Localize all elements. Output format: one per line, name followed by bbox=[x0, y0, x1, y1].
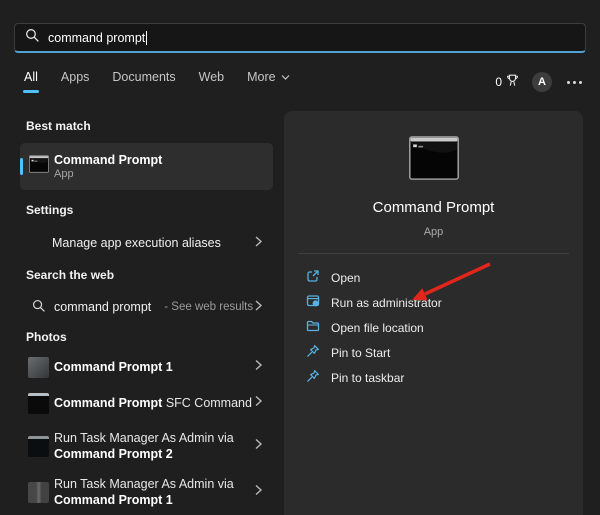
command-prompt-icon bbox=[409, 136, 459, 185]
web-suffix: - See web results bbox=[164, 301, 253, 313]
chevron-right-icon bbox=[254, 437, 263, 455]
open-file-location-icon bbox=[306, 319, 320, 336]
photo-thumbnail bbox=[28, 393, 49, 414]
text-caret bbox=[146, 31, 147, 45]
tab-web[interactable]: Web bbox=[199, 70, 224, 93]
web-query: command prompt bbox=[54, 300, 151, 314]
run-as-administrator-action[interactable]: Run as administrator bbox=[284, 290, 583, 315]
preview-app-name: Command Prompt bbox=[284, 199, 583, 216]
search-icon bbox=[32, 299, 45, 315]
search-icon bbox=[25, 28, 39, 47]
tab-documents[interactable]: Documents bbox=[112, 70, 175, 93]
photo-title: Command Prompt 1 bbox=[54, 359, 173, 376]
photo-title: Command Prompt SFC Command bbox=[54, 395, 252, 412]
trophy-icon bbox=[506, 74, 519, 90]
command-prompt-icon bbox=[29, 155, 49, 178]
tab-all[interactable]: All bbox=[24, 70, 38, 93]
photo-result-4[interactable]: Run Task Manager As Admin viaCommand Pro… bbox=[20, 470, 273, 514]
action-label: Pin to taskbar bbox=[331, 371, 404, 385]
search-web-header: Search the web bbox=[26, 268, 114, 282]
photo-title: Run Task Manager As Admin viaCommand Pro… bbox=[54, 476, 234, 509]
best-match-result[interactable]: Command Prompt App bbox=[20, 143, 273, 190]
app-name: Command Prompt bbox=[54, 153, 162, 168]
settings-result-label: Manage app execution aliases bbox=[52, 236, 221, 250]
photo-title: Run Task Manager As Admin viaCommand Pro… bbox=[54, 430, 234, 463]
run-as-admin-icon bbox=[306, 294, 320, 311]
chevron-right-icon bbox=[254, 483, 263, 501]
photo-result-1[interactable]: Command Prompt 1 bbox=[20, 351, 273, 383]
photo-result-2[interactable]: Command Prompt SFC Command bbox=[20, 387, 273, 419]
preview-panel: Command Prompt App Open Run as administr… bbox=[284, 111, 583, 515]
tab-apps[interactable]: Apps bbox=[61, 70, 90, 93]
search-bar: command prompt bbox=[14, 23, 586, 53]
action-label: Open bbox=[331, 271, 360, 285]
chevron-right-icon bbox=[254, 236, 263, 251]
rewards-badge[interactable]: 0 bbox=[495, 74, 519, 90]
action-label: Open file location bbox=[331, 321, 424, 335]
photo-thumbnail bbox=[28, 357, 49, 378]
search-input[interactable]: command prompt bbox=[48, 31, 147, 45]
search-query-text: command prompt bbox=[48, 31, 145, 45]
open-action[interactable]: Open bbox=[284, 265, 583, 290]
action-label: Pin to Start bbox=[331, 346, 390, 360]
settings-header: Settings bbox=[26, 203, 73, 217]
photo-thumbnail bbox=[28, 436, 49, 457]
divider bbox=[298, 253, 569, 254]
open-file-location-action[interactable]: Open file location bbox=[284, 315, 583, 340]
chevron-right-icon bbox=[254, 394, 263, 412]
pin-to-start-action[interactable]: Pin to Start bbox=[284, 340, 583, 365]
web-search-result[interactable]: command prompt - See web results bbox=[20, 292, 273, 322]
best-match-text: Command Prompt App bbox=[54, 153, 162, 181]
avatar[interactable]: A bbox=[532, 72, 552, 92]
action-label: Run as administrator bbox=[331, 296, 442, 310]
filter-tabs: All Apps Documents Web More bbox=[24, 70, 290, 94]
rewards-count: 0 bbox=[495, 75, 502, 89]
tab-more[interactable]: More bbox=[247, 70, 289, 93]
pin-icon bbox=[306, 344, 320, 361]
topbar-controls: 0 A bbox=[495, 72, 584, 92]
photo-thumbnail bbox=[28, 482, 49, 503]
preview-app-type: App bbox=[284, 226, 583, 238]
chevron-right-icon bbox=[254, 358, 263, 376]
action-list: Open Run as administrator Open file loca… bbox=[284, 265, 583, 390]
chevron-down-icon bbox=[281, 70, 290, 84]
app-type: App bbox=[54, 168, 162, 181]
photo-result-3[interactable]: Run Task Manager As Admin viaCommand Pro… bbox=[20, 424, 273, 468]
settings-result[interactable]: Manage app execution aliases bbox=[20, 228, 273, 258]
best-match-header: Best match bbox=[26, 119, 91, 133]
open-icon bbox=[306, 269, 320, 286]
ellipsis-icon[interactable] bbox=[565, 77, 584, 88]
pin-to-taskbar-action[interactable]: Pin to taskbar bbox=[284, 365, 583, 390]
pin-icon bbox=[306, 369, 320, 386]
photos-header: Photos bbox=[26, 330, 67, 344]
chevron-right-icon bbox=[254, 300, 263, 315]
start-search-window: command prompt All Apps Documents Web Mo… bbox=[0, 0, 600, 515]
